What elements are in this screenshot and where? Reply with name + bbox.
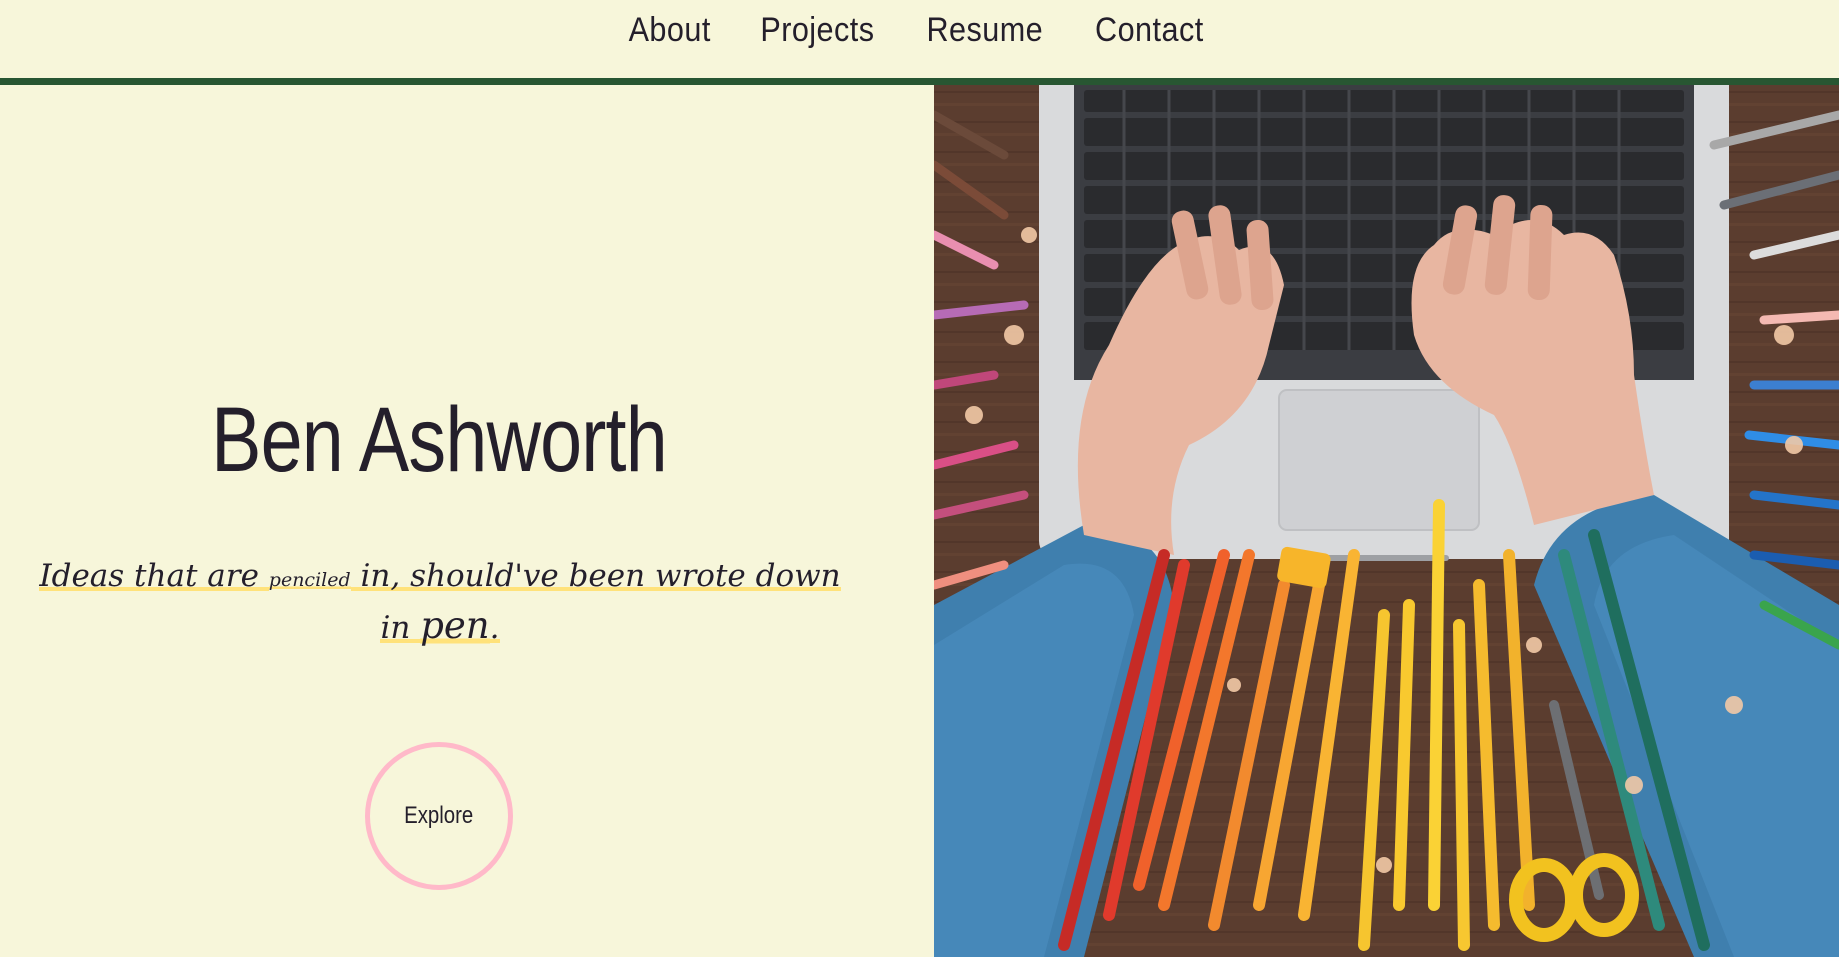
tagline-big-word: pen	[420, 604, 490, 647]
hero-photo	[934, 85, 1839, 957]
top-navigation: About Projects Resume Contact	[0, 0, 1839, 78]
nav-item-resume: Resume	[920, 0, 1050, 60]
explore-button[interactable]: Explore	[365, 742, 513, 890]
hero-text-panel: Ben Ashworth Ideas that are penciled in,…	[0, 85, 934, 957]
nav-list: About Projects Resume Contact	[624, 0, 1209, 60]
explore-button-label: Explore	[404, 802, 474, 829]
tagline-part-1: Ideas that are	[39, 558, 269, 594]
laptop-pencils-illustration	[934, 85, 1839, 957]
nav-item-projects: Projects	[754, 0, 881, 60]
nav-link-contact[interactable]: Contact	[1095, 0, 1204, 60]
nav-link-about[interactable]: About	[628, 0, 710, 60]
nav-divider	[0, 78, 1839, 85]
tagline-small-word: penciled	[268, 569, 351, 591]
nav-link-projects[interactable]: Projects	[760, 0, 874, 60]
nav-item-contact: Contact	[1089, 0, 1210, 60]
nav-link-resume[interactable]: Resume	[926, 0, 1043, 60]
hero-tagline: Ideas that are penciled in, should've be…	[30, 553, 850, 651]
tagline-part-3: .	[489, 610, 500, 646]
hero-name-heading: Ben Ashworth	[211, 389, 667, 491]
nav-item-about: About	[624, 0, 715, 60]
